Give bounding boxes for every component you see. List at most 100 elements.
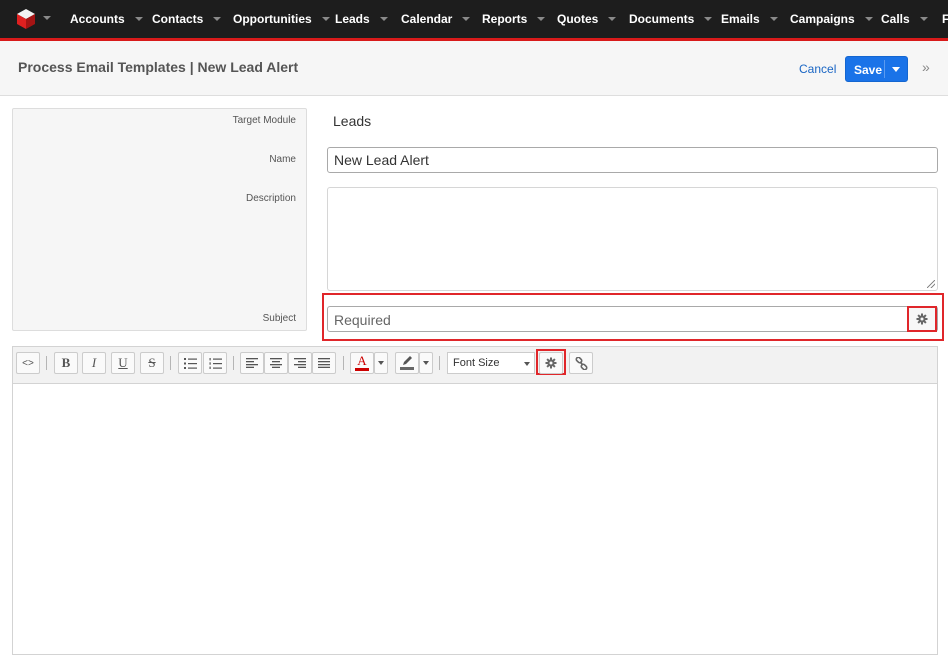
target-module-label: Target Module	[232, 115, 296, 126]
insert-variable-button[interactable]	[539, 352, 563, 374]
record-header: Process Email Templates | New Lead Alert…	[0, 41, 948, 96]
align-left-button[interactable]	[240, 352, 264, 374]
align-left-icon	[246, 358, 258, 368]
nav-item-reports[interactable]: Reports	[482, 0, 546, 38]
chevron-down-icon[interactable]	[134, 17, 143, 21]
insert-link-button[interactable]	[569, 352, 593, 374]
align-right-icon	[294, 358, 306, 368]
text-color-dropdown[interactable]	[374, 352, 388, 374]
align-justify-button[interactable]	[312, 352, 336, 374]
nav-item-calendar[interactable]: Calendar	[401, 0, 471, 38]
chevron-down-icon[interactable]	[769, 17, 778, 21]
subject-variables-button[interactable]	[907, 306, 937, 332]
nav-item-emails[interactable]: Emails	[721, 0, 778, 38]
nav-item-label: Emails	[721, 12, 760, 26]
nav-item-campaigns[interactable]: Campaigns	[790, 0, 873, 38]
editor-content-area[interactable]	[13, 385, 937, 654]
editor-toolbar: <> B I U S A Font Size	[13, 347, 937, 384]
double-chevron-right-icon[interactable]: »	[922, 59, 930, 75]
text-color-button[interactable]: A	[350, 352, 374, 374]
nav-item-label: F	[942, 12, 948, 26]
nav-item-quotes[interactable]: Quotes	[557, 0, 617, 38]
chevron-down-icon[interactable]	[462, 17, 471, 21]
chevron-down-icon	[378, 361, 384, 365]
sugar-cube-icon[interactable]	[16, 8, 36, 30]
subject-placeholder: Required	[334, 312, 391, 328]
highlight-color-dropdown[interactable]	[419, 352, 433, 374]
toolbar-divider	[233, 356, 234, 370]
page-title: Process Email Templates | New Lead Alert	[18, 59, 299, 75]
chevron-down-icon[interactable]	[43, 16, 51, 20]
link-icon	[574, 356, 588, 370]
top-navigation-bar: Accounts Contacts Opportunities Leads Ca…	[0, 0, 948, 38]
nav-item-contacts[interactable]: Contacts	[152, 0, 222, 38]
chevron-down-icon[interactable]	[537, 17, 546, 21]
description-label: Description	[245, 193, 296, 204]
bullet-list-button[interactable]	[178, 352, 202, 374]
nav-item-label: Documents	[629, 12, 695, 26]
toolbar-divider	[343, 356, 344, 370]
nav-item-label: Calls	[881, 12, 910, 26]
underline-button[interactable]: U	[111, 352, 135, 374]
chevron-down-icon	[524, 362, 530, 366]
bullet-list-icon	[183, 357, 197, 369]
name-field[interactable]	[327, 147, 938, 173]
gear-icon	[916, 313, 928, 325]
toolbar-divider	[170, 356, 171, 370]
nav-item-calls[interactable]: Calls	[881, 0, 928, 38]
source-code-button[interactable]: <>	[16, 352, 40, 374]
nav-item-label: Quotes	[557, 12, 599, 26]
toolbar-divider	[439, 356, 440, 370]
nav-item-label: Reports	[482, 12, 528, 26]
chevron-down-icon[interactable]	[892, 67, 900, 72]
toolbar-divider	[46, 356, 47, 370]
chevron-down-icon[interactable]	[919, 17, 928, 21]
description-field[interactable]	[327, 187, 938, 291]
resize-handle[interactable]	[927, 280, 935, 288]
numbered-list-button[interactable]	[203, 352, 227, 374]
pencil-icon	[403, 356, 412, 365]
align-right-button[interactable]	[288, 352, 312, 374]
subject-field[interactable]: Required	[327, 306, 938, 332]
nav-item-overflow[interactable]: F	[942, 0, 948, 38]
chevron-down-icon	[423, 361, 429, 365]
field-labels-panel: Target Module Name Description Subject	[12, 108, 307, 331]
chevron-down-icon[interactable]	[321, 17, 330, 21]
align-justify-icon	[318, 358, 330, 368]
target-module-value: Leads	[333, 113, 372, 129]
rich-text-editor: <> B I U S A Font Size	[12, 346, 938, 655]
font-size-select[interactable]: Font Size	[447, 352, 535, 374]
text-color-letter: A	[357, 353, 367, 368]
nav-item-accounts[interactable]: Accounts	[70, 0, 143, 38]
nav-item-opportunities[interactable]: Opportunities	[233, 0, 330, 38]
strikethrough-button[interactable]: S	[140, 352, 164, 374]
cancel-button[interactable]: Cancel	[799, 62, 836, 76]
highlight-color-button[interactable]	[395, 352, 419, 374]
save-divider	[884, 60, 885, 78]
chevron-down-icon[interactable]	[608, 17, 617, 21]
text-color-swatch	[355, 368, 369, 371]
chevron-down-icon[interactable]	[379, 17, 388, 21]
nav-item-label: Contacts	[152, 12, 204, 26]
align-center-button[interactable]	[264, 352, 288, 374]
save-button-label: Save	[854, 63, 883, 77]
nav-item-label: Opportunities	[233, 12, 312, 26]
chevron-down-icon[interactable]	[704, 17, 713, 21]
gear-icon	[545, 357, 557, 369]
nav-item-documents[interactable]: Documents	[629, 0, 713, 38]
numbered-list-icon	[209, 357, 222, 369]
nav-item-leads[interactable]: Leads	[335, 0, 388, 38]
bold-button[interactable]: B	[54, 352, 78, 374]
name-label: Name	[269, 154, 296, 165]
chevron-down-icon[interactable]	[864, 17, 873, 21]
align-center-icon	[270, 358, 282, 368]
font-size-value: Font Size	[453, 357, 500, 369]
highlight-color-swatch	[400, 367, 414, 370]
italic-button[interactable]: I	[82, 352, 106, 374]
nav-item-label: Accounts	[70, 12, 125, 26]
subject-label: Subject	[262, 313, 296, 324]
save-button[interactable]: Save	[845, 56, 908, 82]
nav-item-label: Campaigns	[790, 12, 855, 26]
nav-item-label: Calendar	[401, 12, 453, 26]
chevron-down-icon[interactable]	[213, 17, 222, 21]
